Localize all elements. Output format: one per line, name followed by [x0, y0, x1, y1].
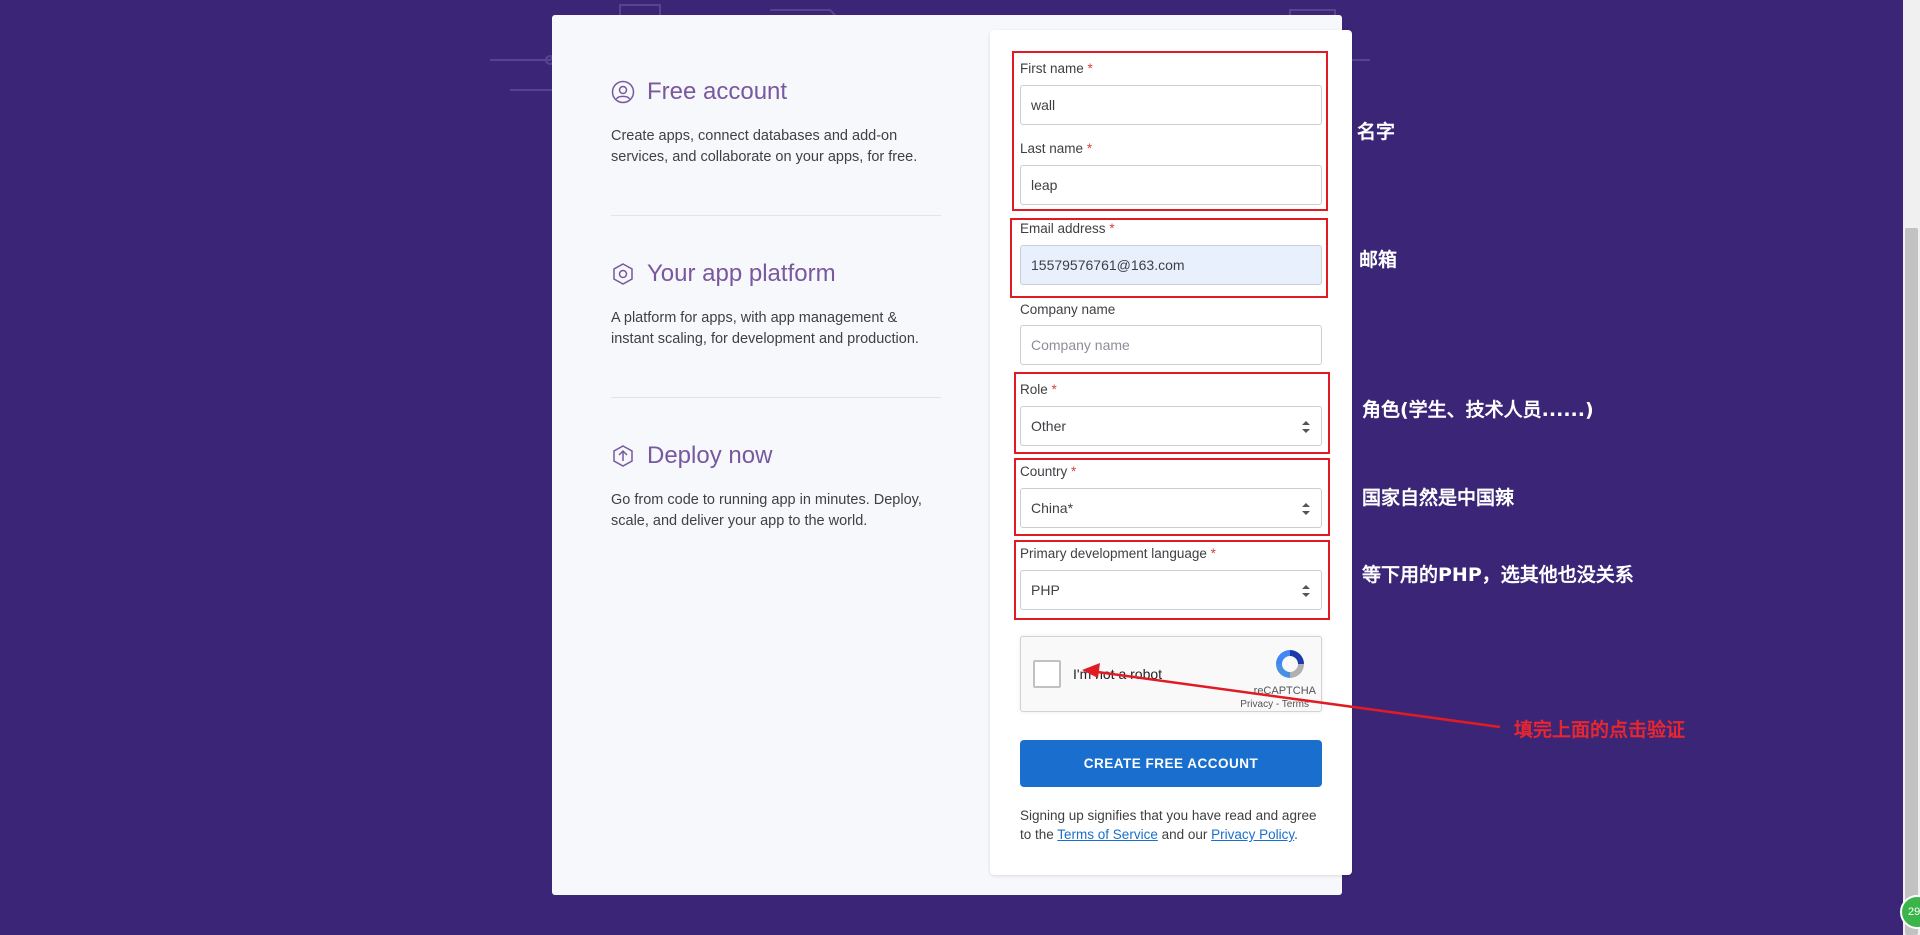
- role-label: Role *: [1020, 382, 1057, 397]
- scrollbar-thumb[interactable]: [1905, 228, 1918, 935]
- feature-description: Create apps, connect databases and add-o…: [611, 128, 918, 165]
- annotation-name: 名字: [1357, 121, 1396, 143]
- country-label: Country *: [1020, 464, 1077, 479]
- select-arrows-icon: [1302, 585, 1310, 597]
- feature-title: Deploy now: [647, 442, 773, 469]
- recaptcha-brand: reCAPTCHA: [1253, 685, 1316, 697]
- country-select[interactable]: China*: [1020, 488, 1322, 528]
- language-label: Primary development language *: [1020, 546, 1216, 561]
- recaptcha-checkbox[interactable]: [1033, 660, 1061, 688]
- recaptcha-label: I'm not a robot: [1073, 666, 1163, 682]
- select-arrows-icon: [1302, 421, 1310, 433]
- last-name-label: Last name *: [1020, 141, 1093, 156]
- page: Free account Create apps, connect databa…: [0, 0, 1920, 935]
- annotation-language: 等下用的PHP，选其他也没关系: [1362, 564, 1634, 586]
- feature-title: Your app platform: [647, 260, 836, 287]
- upload-icon: [613, 445, 633, 467]
- annotation-country: 国家自然是中国辣: [1362, 487, 1515, 509]
- language-select[interactable]: PHP: [1020, 570, 1322, 610]
- company-input[interactable]: Company name: [1020, 325, 1322, 365]
- last-name-input[interactable]: leap: [1020, 165, 1322, 205]
- select-arrows-icon: [1302, 503, 1310, 515]
- privacy-policy-link[interactable]: Privacy Policy: [1211, 827, 1294, 842]
- feature-description: Go from code to running app in minutes. …: [611, 492, 922, 529]
- feature-description: A platform for apps, with app management…: [611, 310, 919, 347]
- hexagon-icon: [613, 263, 633, 285]
- first-name-input[interactable]: wall: [1020, 85, 1322, 125]
- first-name-label: First name *: [1020, 61, 1093, 76]
- role-select[interactable]: Other: [1020, 406, 1322, 446]
- recaptcha-widget: I'm not a robot reCAPTCHA Privacy - Term…: [1020, 636, 1322, 712]
- feature-free-account: Free account Create apps, connect databa…: [611, 78, 951, 168]
- user-circle-icon: [611, 80, 635, 104]
- company-label: Company name: [1020, 302, 1116, 317]
- annotation-email: 邮箱: [1359, 249, 1398, 271]
- annotation-role: 角色(学生、技术人员......): [1362, 399, 1594, 421]
- email-label: Email address *: [1020, 221, 1115, 236]
- email-input[interactable]: 15579576761@163.com: [1020, 245, 1322, 285]
- feature-title: Free account: [647, 78, 788, 105]
- feature-app-platform: Your app platform A platform for apps, w…: [611, 260, 951, 350]
- divider: [611, 397, 941, 398]
- terms-of-service-link[interactable]: Terms of Service: [1057, 827, 1158, 842]
- divider: [611, 215, 941, 216]
- recaptcha-logo-icon: [1276, 650, 1304, 678]
- create-account-button[interactable]: CREATE FREE ACCOUNT: [1020, 740, 1322, 787]
- annotation-captcha: 填完上面的点击验证: [1514, 719, 1686, 741]
- legal-text: Signing up signifies that you have read …: [1020, 808, 1317, 842]
- recaptcha-privacy-terms[interactable]: Privacy - Terms: [1240, 699, 1309, 710]
- feature-deploy-now: Deploy now Go from code to running app i…: [611, 442, 951, 532]
